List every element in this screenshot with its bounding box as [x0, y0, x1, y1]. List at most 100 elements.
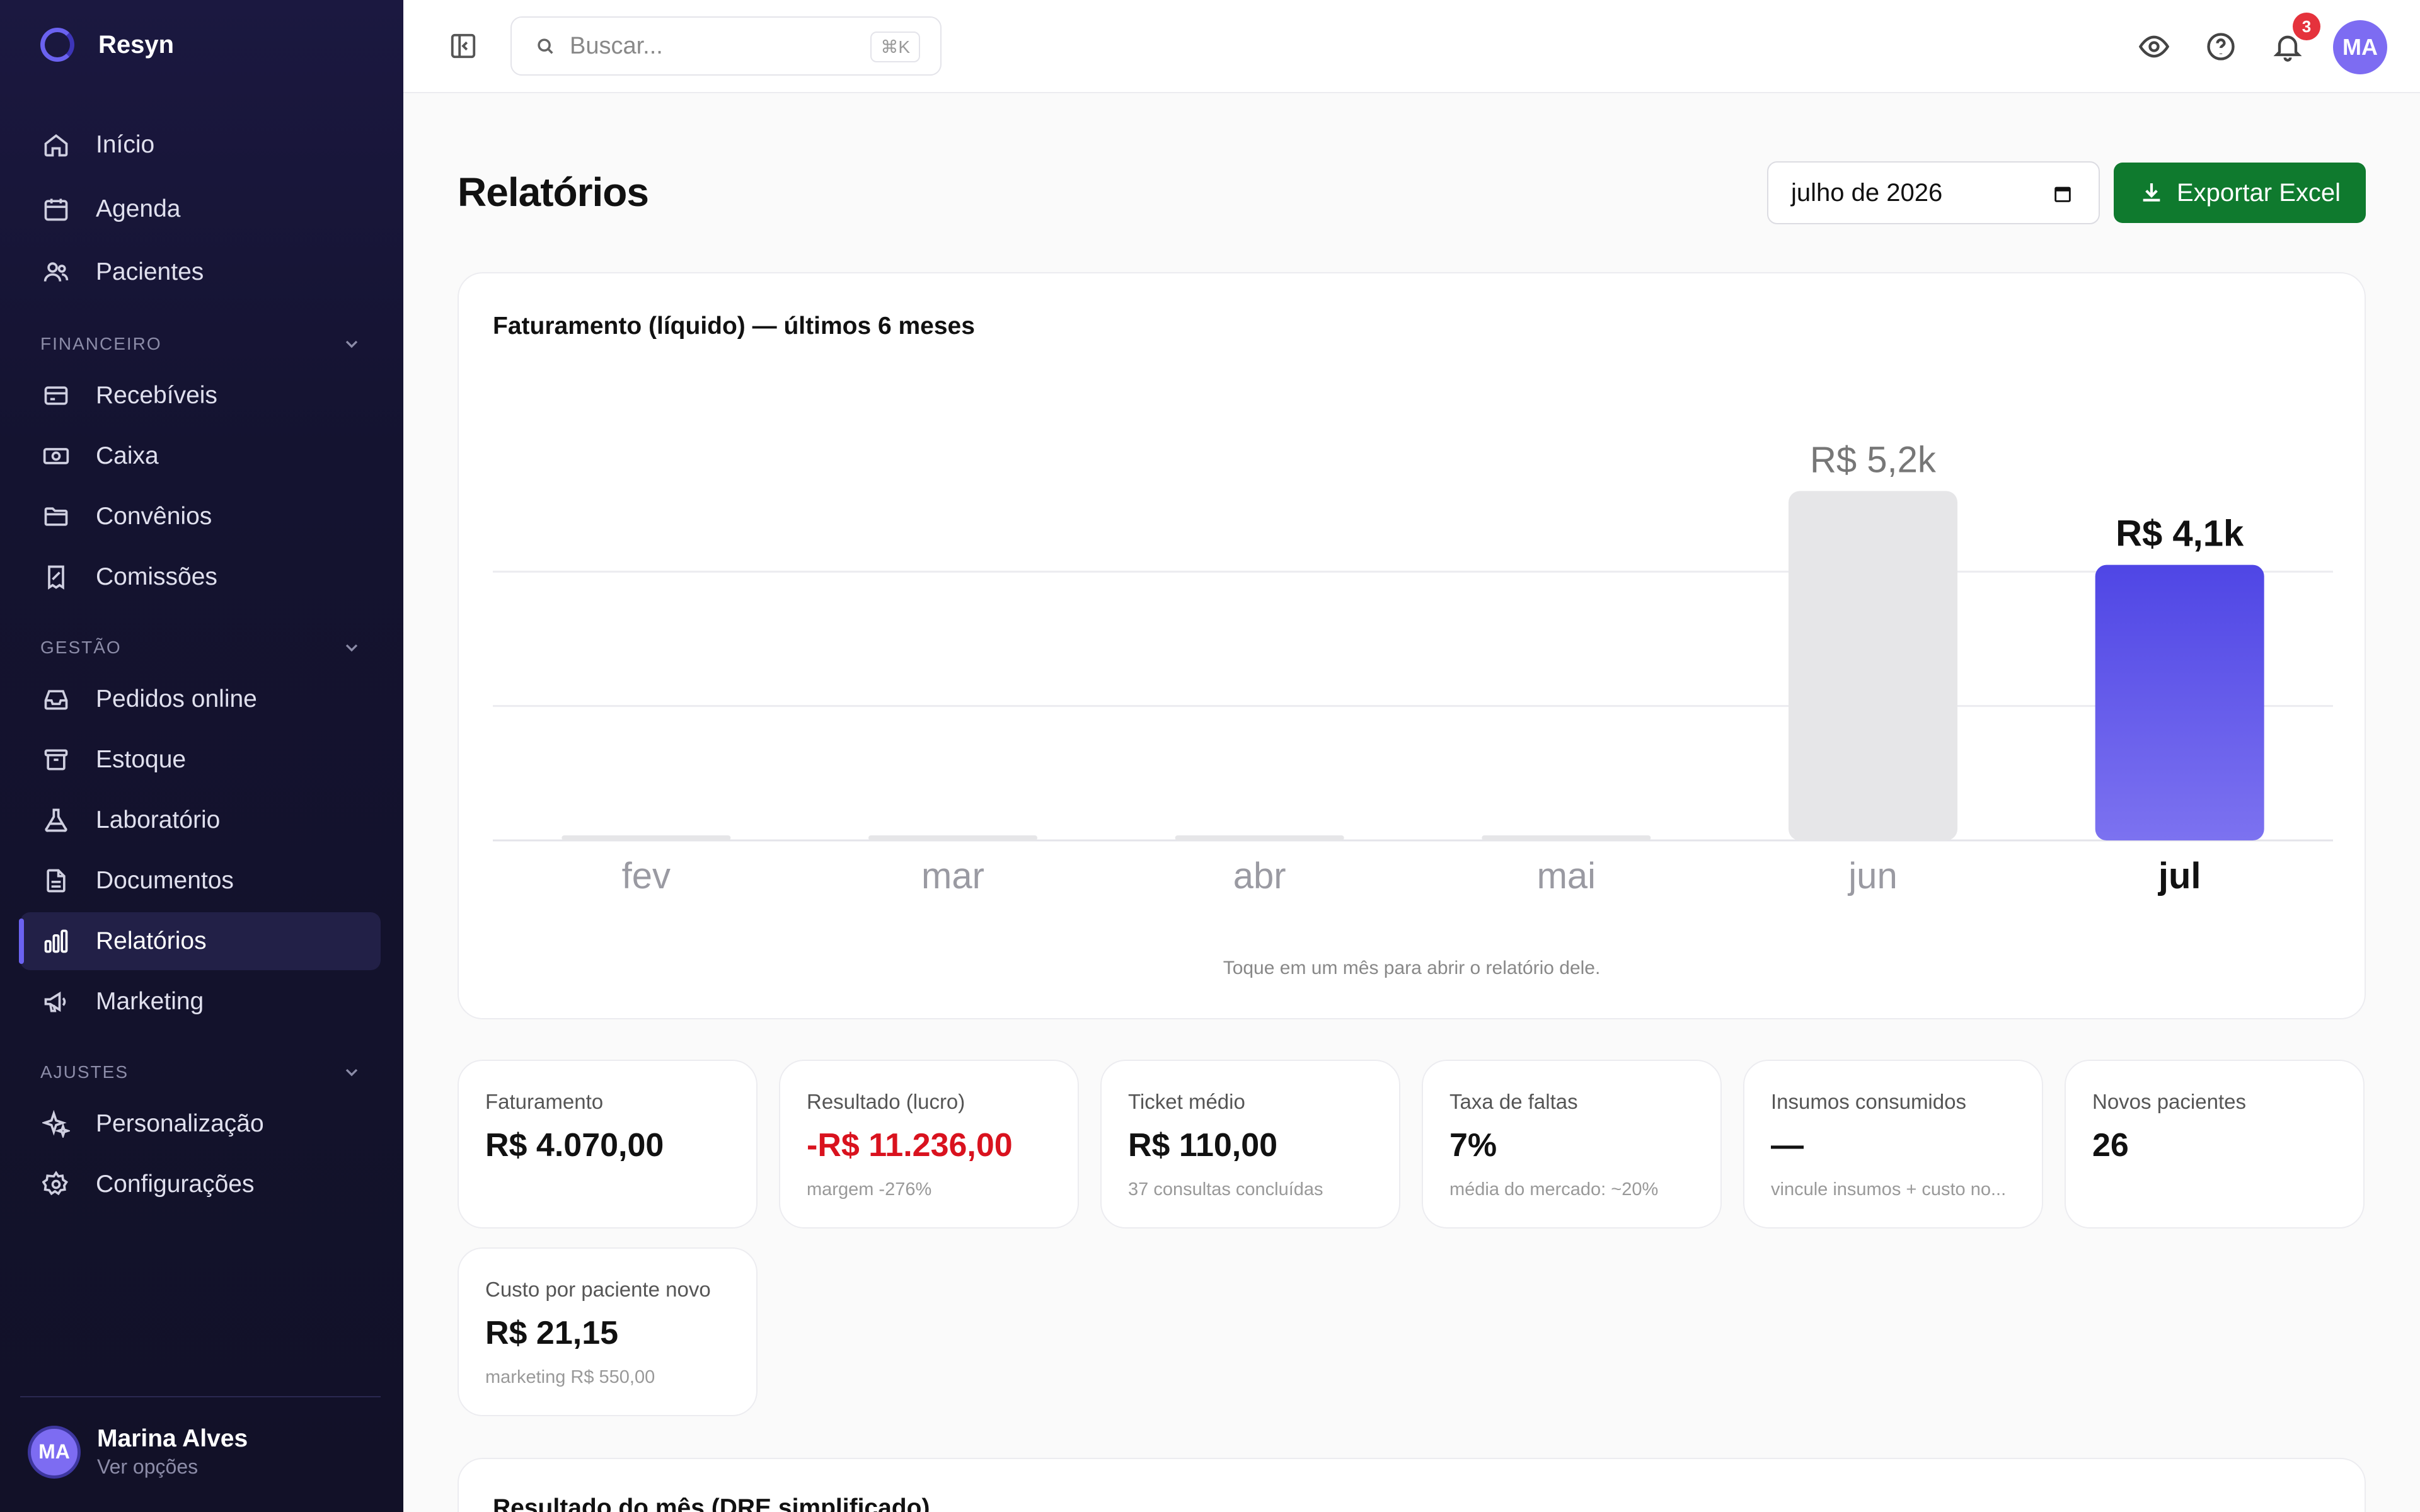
bar-value-label: R$ 5,2k [1810, 439, 1937, 480]
bar-rect[interactable] [1175, 835, 1344, 840]
sidebar-item-pacientes[interactable]: Pacientes [20, 243, 381, 301]
sidebar-item-label: Pacientes [96, 258, 204, 285]
search-input[interactable] [570, 32, 847, 60]
cash-icon [42, 442, 71, 471]
sidebar-item-configuracoes[interactable]: Configurações [20, 1155, 381, 1213]
sidebar-item-relatorios[interactable]: Relatórios [19, 912, 381, 970]
x-tick-label[interactable]: jun [1847, 856, 1897, 896]
inbox-icon [42, 685, 71, 714]
sidebar-item-convenios[interactable]: Convênios [20, 488, 381, 546]
stat-label: Custo por paciente novo [485, 1278, 711, 1301]
sidebar-item-label: Recebíveis [96, 382, 217, 409]
bar-rect[interactable] [562, 835, 731, 840]
x-tick-label[interactable]: jul [2158, 856, 2201, 896]
stat-label: Faturamento [485, 1090, 604, 1113]
receipt-icon [42, 563, 71, 592]
sidebar-item-label: Caixa [96, 442, 159, 469]
document-icon [42, 866, 71, 895]
dre-title: Resultado do mês (DRE simplificado) [493, 1494, 930, 1512]
stat-label: Novos pacientes [2092, 1090, 2246, 1113]
chevron-down-icon [345, 340, 358, 348]
sidebar-item-recebiveis[interactable]: Recebíveis [20, 367, 381, 425]
search-shortcut: ⌘K [870, 32, 920, 62]
sidebar-item-agenda[interactable]: Agenda [20, 180, 381, 238]
bar-abr[interactable]: abr [1175, 835, 1344, 896]
sidebar-item-label: Pedidos online [96, 685, 257, 713]
bar-mai[interactable]: mai [1482, 835, 1651, 896]
bar-rect[interactable] [1482, 835, 1651, 840]
sidebar-item-label: Relatórios [96, 927, 207, 954]
section-title: AJUSTES [40, 1062, 129, 1082]
bar-mar[interactable]: mar [868, 835, 1037, 896]
sidebar-item-estoque[interactable]: Estoque [20, 731, 381, 789]
sidebar-item-label: Personalização [96, 1110, 264, 1137]
folder-icon [42, 502, 71, 531]
bar-rect[interactable] [1789, 491, 1957, 840]
calendar-icon[interactable] [2052, 183, 2073, 204]
sidebar-item-inicio[interactable]: Início [20, 116, 381, 174]
sidebar-divider [20, 1396, 381, 1397]
sidebar-item-documentos[interactable]: Documentos [20, 852, 381, 910]
page-title: Relatórios [458, 169, 649, 215]
bar-rect[interactable] [868, 835, 1037, 840]
bar-chart-icon [42, 927, 71, 956]
revenue-chart-card: Faturamento (líquido) — últimos 6 meses … [458, 272, 2366, 1019]
stat-label: Resultado (lucro) [807, 1090, 965, 1113]
help-button[interactable] [2204, 30, 2237, 63]
user-options-link[interactable]: Ver opções [97, 1455, 248, 1479]
stat-sub: vincule insumos + custo no... [1771, 1179, 2007, 1200]
sidebar-item-caixa[interactable]: Caixa [20, 427, 381, 485]
sidebar-item-label: Comissões [96, 563, 217, 590]
user-menu[interactable]: MA Marina Alves Ver opções [28, 1425, 248, 1479]
section-title: GESTÃO [40, 638, 122, 657]
x-tick-label[interactable]: fev [622, 856, 671, 896]
sidebar-item-marketing[interactable]: Marketing [20, 973, 381, 1031]
section-gestao[interactable]: GESTÃO [40, 638, 362, 658]
sidebar-item-personalizacao[interactable]: Personalização [20, 1095, 381, 1153]
megaphone-icon [42, 987, 71, 1016]
search-box[interactable]: ⌘K [510, 16, 942, 76]
export-label: Exportar Excel [2176, 178, 2341, 207]
brand[interactable]: Resyn [40, 28, 174, 62]
month-value: julho de 2026 [1791, 178, 1943, 207]
bar-jun[interactable]: R$ 5,2k jun [1789, 439, 1957, 896]
revenue-bar-chart: fev mar abr mai R$ 5,2k jun R$ 4,1k jul [493, 439, 2333, 896]
flask-icon [42, 806, 71, 835]
sidebar-item-label: Marketing [96, 988, 204, 1015]
bar-rect[interactable] [2095, 564, 2264, 840]
stat-label: Insumos consumidos [1771, 1090, 1966, 1113]
sidebar-item-label: Estoque [96, 746, 187, 773]
dre-card: Resultado do mês (DRE simplificado) [458, 1458, 2366, 1512]
stat-value: R$ 4.070,00 [485, 1127, 664, 1164]
stat-card-novos-pacientes: Novos pacientes 26 [2065, 1060, 2365, 1228]
x-tick-label[interactable]: mai [1537, 856, 1596, 896]
bar-fev[interactable]: fev [562, 835, 731, 896]
sidebar-item-comissoes[interactable]: Comissões [20, 548, 381, 606]
x-tick-label[interactable]: mar [921, 856, 984, 896]
stat-sub: margem -276% [807, 1179, 932, 1200]
section-financeiro[interactable]: FINANCEIRO [40, 334, 362, 354]
sidebar-item-laboratorio[interactable]: Laboratório [20, 791, 381, 849]
sidebar-item-pedidos-online[interactable]: Pedidos online [20, 670, 381, 728]
visibility-button[interactable] [2138, 30, 2170, 63]
stat-card-insumos: Insumos consumidos — vincule insumos + c… [1743, 1060, 2043, 1228]
stat-value: 7% [1449, 1127, 1497, 1164]
eye-icon [2138, 35, 2170, 58]
month-picker[interactable]: julho de 2026 [1767, 161, 2100, 224]
sidebar-item-label: Documentos [96, 867, 234, 894]
notification-badge: 3 [2293, 13, 2320, 40]
sidebar-toggle-button[interactable] [449, 32, 478, 60]
card-icon [42, 381, 71, 410]
section-title: FINANCEIRO [40, 334, 162, 353]
export-excel-button[interactable]: Exportar Excel [2114, 163, 2366, 223]
stat-value: 26 [2092, 1127, 2129, 1164]
avatar[interactable]: MA [2333, 20, 2387, 74]
stat-label: Taxa de faltas [1449, 1090, 1578, 1113]
x-tick-label[interactable]: abr [1233, 856, 1286, 896]
sidebar-item-label: Convênios [96, 503, 212, 530]
stat-value: R$ 110,00 [1128, 1127, 1278, 1164]
section-ajustes[interactable]: AJUSTES [40, 1062, 362, 1082]
bar-jul[interactable]: R$ 4,1k jul [2095, 513, 2264, 896]
gear-icon [42, 1170, 71, 1199]
users-icon [42, 258, 71, 287]
